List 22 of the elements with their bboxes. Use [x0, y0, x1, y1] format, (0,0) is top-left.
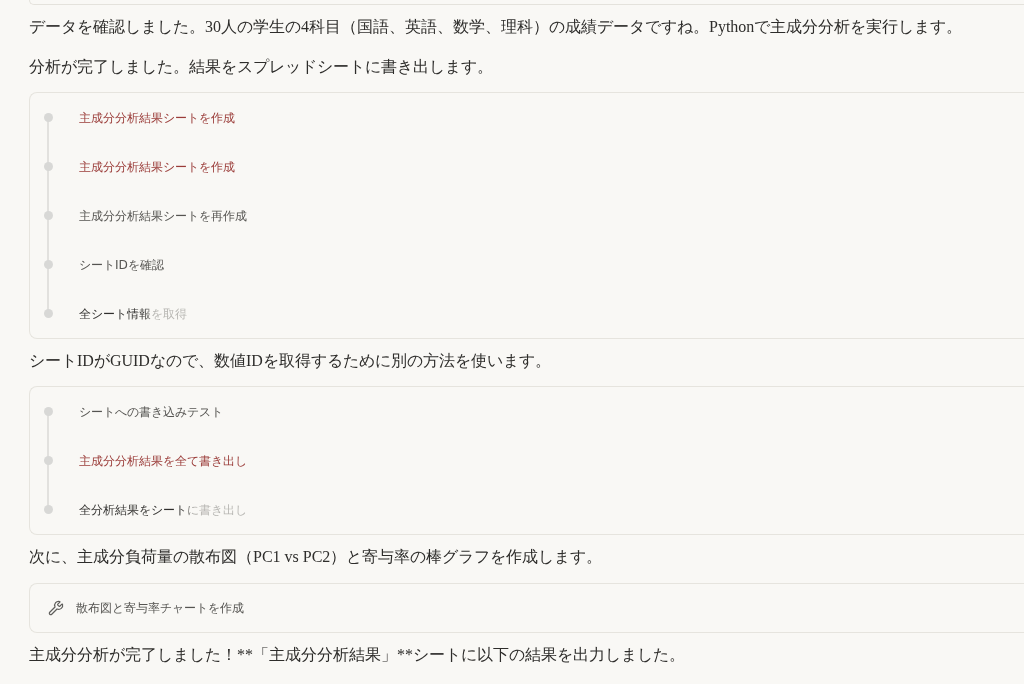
step-label[interactable]: 主成分分析結果シートを作成: [79, 108, 235, 127]
step-label[interactable]: 主成分分析結果を全て書き出し: [79, 451, 247, 470]
wrench-icon: [48, 600, 64, 616]
tool-call-card[interactable]: 散布図と寄与率チャートを作成: [29, 583, 1024, 633]
step-label[interactable]: 主成分分析結果シートを再作成: [79, 206, 247, 225]
timeline-dot-icon: [43, 309, 53, 318]
timeline-dot-icon: [43, 260, 53, 269]
message-text: データを確認しました。30人の学生の4科目（国語、英語、数学、理科）の成績データですね。Pythonで主成分分析を実行します。: [29, 17, 964, 38]
timeline-dot-icon: [43, 113, 53, 122]
timeline-dot-icon: [43, 456, 53, 465]
step-label[interactable]: 主成分分析結果シートを作成: [79, 157, 235, 176]
timeline-dot-icon: [43, 162, 53, 171]
timeline-dot-icon: [43, 505, 53, 514]
message-text: 分析が完了しました。結果をスプレッドシートに書き出します。: [29, 57, 494, 77]
step-label[interactable]: シートへの書き込みテスト: [79, 402, 223, 421]
message-text: シートIDがGUIDなので、数値IDを取得するために別の方法を使います。: [29, 351, 552, 371]
message-text: 次に、主成分負荷量の散布図（PC1 vs PC2）と寄与率の棒グラフを作成します。: [29, 547, 604, 567]
step-label[interactable]: シートIDを確認: [79, 255, 164, 274]
message-text: 主成分分析が完了しました！**「主成分分析結果」**シートに以下の結果を出力しました。: [29, 645, 686, 665]
timeline-dot-icon: [43, 407, 53, 416]
timeline-dot-icon: [43, 211, 53, 220]
tool-call-label: 散布図と寄与率チャートを作成: [76, 600, 244, 617]
